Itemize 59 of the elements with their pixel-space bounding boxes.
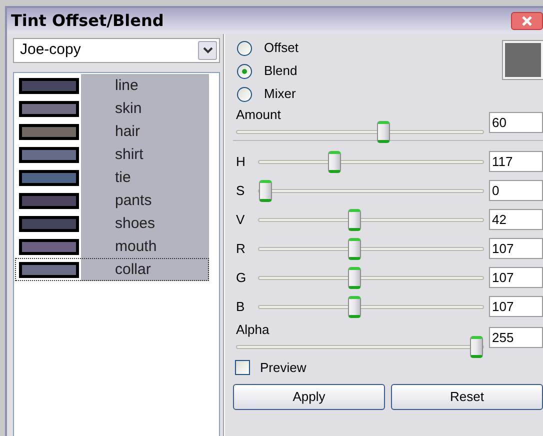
slider-label: Amount xyxy=(235,107,281,122)
radio-label: Offset xyxy=(264,39,298,58)
value-field[interactable]: 60 xyxy=(489,112,543,132)
swatch-row[interactable]: shirt xyxy=(15,143,209,166)
swatch-row[interactable]: tie xyxy=(15,166,209,189)
swatch-label: skin xyxy=(81,97,209,120)
value-field[interactable]: 42 xyxy=(489,209,543,230)
swatch-row[interactable]: hair xyxy=(15,120,209,143)
swatch-label: collar xyxy=(81,258,209,281)
swatch-label: hair xyxy=(81,120,209,143)
slider-thumb[interactable] xyxy=(470,336,483,358)
swatch-label: shirt xyxy=(81,143,209,166)
palette-dropdown[interactable]: Joe-copy xyxy=(13,38,220,63)
value-field[interactable]: 0 xyxy=(489,180,543,201)
radio-label: Blend xyxy=(264,62,298,80)
action-button[interactable]: Reset xyxy=(391,384,543,410)
value-field[interactable]: 117 xyxy=(489,151,543,172)
swatch-row[interactable]: shoes xyxy=(15,212,209,235)
channel-label: G xyxy=(236,268,248,287)
swatch-row[interactable]: skin xyxy=(15,97,209,120)
swatch-row[interactable]: line xyxy=(15,74,209,97)
swatch-label: line xyxy=(81,74,209,97)
dropdown-value: Joe-copy xyxy=(20,40,81,60)
slider-thumb[interactable] xyxy=(348,296,361,318)
value-field[interactable]: 107 xyxy=(489,296,543,317)
slider-thumb[interactable] xyxy=(328,150,341,172)
radio-button[interactable] xyxy=(237,64,252,78)
channel-label: H xyxy=(236,152,246,171)
value-field[interactable]: 107 xyxy=(489,238,543,259)
radio-label: Mixer xyxy=(264,85,296,104)
swatch-label: mouth xyxy=(81,235,209,258)
radio-button[interactable] xyxy=(237,40,252,56)
close-button[interactable] xyxy=(511,12,543,30)
slider-thumb[interactable] xyxy=(348,266,361,288)
channel-label: B xyxy=(236,298,246,316)
swatch-label: tie xyxy=(81,166,209,189)
slider-thumb[interactable] xyxy=(259,180,272,202)
radio-button[interactable] xyxy=(237,86,252,102)
window-title: Tint Offset/Blend xyxy=(11,10,164,32)
dropdown-button[interactable] xyxy=(198,41,217,60)
channel-label: S xyxy=(236,182,246,200)
action-button[interactable]: Apply xyxy=(233,384,385,410)
swatch-row[interactable]: mouth xyxy=(15,235,209,258)
slider-thumb[interactable] xyxy=(348,208,361,230)
close-icon xyxy=(521,15,533,27)
chevron-down-icon xyxy=(202,47,212,54)
slider-label: Alpha xyxy=(235,322,270,337)
swatch-row[interactable]: collar xyxy=(15,258,209,281)
channel-label: V xyxy=(236,210,246,229)
swatch-row[interactable]: pants xyxy=(15,189,209,212)
preview-label: Preview xyxy=(260,359,306,377)
preview-checkbox[interactable] xyxy=(235,360,250,376)
value-field[interactable]: 255 xyxy=(489,326,543,348)
channel-label: R xyxy=(236,240,246,258)
value-field[interactable]: 107 xyxy=(489,267,543,288)
slider-thumb[interactable] xyxy=(376,121,390,143)
swatch-label: shoes xyxy=(81,212,209,235)
swatch-label: pants xyxy=(81,189,209,212)
slider-thumb[interactable] xyxy=(348,238,361,260)
